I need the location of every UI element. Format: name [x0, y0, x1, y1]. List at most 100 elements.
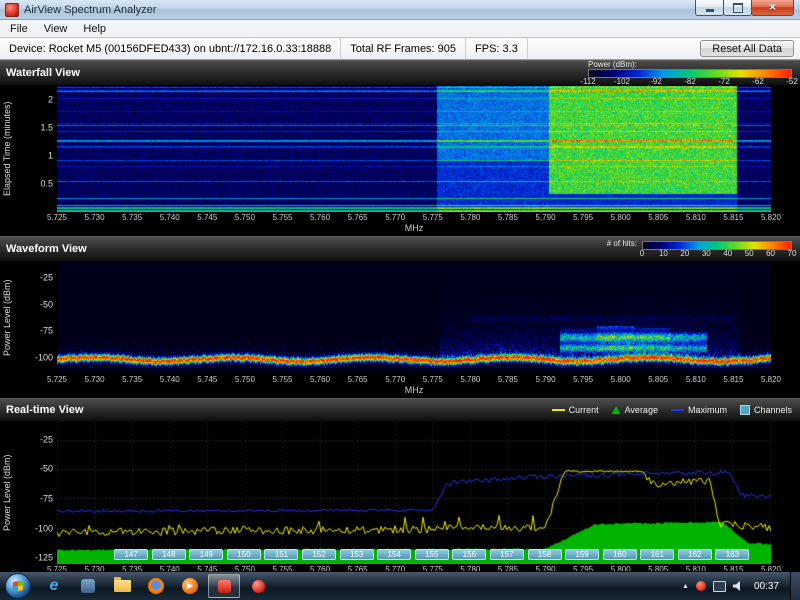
waveform-plot-row: Power Level (dBm) -25-50-75-100: [0, 262, 800, 374]
tick-label: 5.805: [648, 375, 668, 384]
channel-label: 158: [528, 549, 562, 560]
folder-icon: [114, 580, 131, 592]
start-button[interactable]: [5, 573, 31, 599]
tick-label: 5.805: [648, 213, 668, 222]
status-toolbar: Device: Rocket M5 (00156DFED433) on ubnt…: [0, 38, 800, 60]
tick-label: 70: [788, 250, 797, 258]
network-tray-icon[interactable]: [713, 581, 726, 592]
waterfall-plot-row: Elapsed Time (minutes) 21.510.5: [0, 86, 800, 212]
maximize-icon: [733, 3, 743, 13]
waterfall-x-axis-label: MHz: [57, 223, 771, 234]
y-tick-label: 0.5: [40, 180, 53, 189]
hits-colorbar-ticks: 010203040506070: [642, 250, 792, 258]
minimize-button[interactable]: [695, 0, 724, 16]
reset-all-data-button[interactable]: Reset All Data: [700, 40, 794, 57]
waterfall-y-axis: Elapsed Time (minutes) 21.510.5: [0, 86, 57, 212]
y-tick-label: -50: [40, 300, 53, 309]
tick-label: 5.800: [611, 375, 631, 384]
minimize-icon: [706, 9, 714, 12]
y-tick-label: -25: [40, 435, 53, 444]
menubar: File View Help: [0, 20, 800, 38]
close-button[interactable]: ×: [751, 0, 794, 16]
waveform-persistence-plot: [57, 262, 771, 374]
waterfall-title: Waterfall View: [6, 67, 80, 79]
tick-label: 5.770: [385, 375, 405, 384]
y-tick-label: -50: [40, 465, 53, 474]
channel-label: 151: [264, 549, 298, 560]
tick-label: 5.795: [573, 375, 593, 384]
app-square-icon: [81, 579, 95, 593]
channel-label: 153: [340, 549, 374, 560]
tick-label: 5.730: [85, 375, 105, 384]
waveform-x-axis-label: MHz: [57, 385, 771, 396]
legend-channels: Channels: [740, 405, 792, 415]
y-tick-label: -100: [35, 354, 53, 363]
tick-label: 0: [640, 250, 644, 258]
taskbar-clock[interactable]: 00:37: [754, 581, 779, 592]
airview-taskbar-icon: [218, 580, 231, 593]
y-tick-label: 1: [48, 152, 53, 161]
screen: AirView Spectrum Analyzer × File View He…: [0, 0, 800, 600]
fps-status: FPS: 3.3: [466, 38, 528, 59]
channel-label: 147: [114, 549, 148, 560]
realtime-y-axis: Power Level (dBm) -25-50-75-100-125: [0, 422, 57, 564]
tick-label: 30: [702, 250, 711, 258]
menu-file[interactable]: File: [2, 22, 36, 36]
legend-current: Current: [552, 405, 599, 415]
taskbar-icon-ie[interactable]: e: [38, 574, 70, 598]
maximum-line-swatch: [671, 409, 684, 411]
antivirus-tray-icon[interactable]: [696, 581, 706, 591]
channels-swatch: [740, 405, 750, 415]
taskbar-icon-app[interactable]: [72, 574, 104, 598]
taskbar: e ▶ ▲ 00:37: [0, 571, 800, 600]
tick-label: 5.760: [310, 213, 330, 222]
firefox-icon: [148, 578, 164, 594]
y-tick-label: 2: [48, 96, 53, 105]
channel-label: 162: [678, 549, 712, 560]
channel-label: 155: [415, 549, 449, 560]
tick-label: 5.755: [272, 213, 292, 222]
tick-label: 5.745: [197, 213, 217, 222]
average-area-swatch: [612, 406, 621, 414]
app-icon: [5, 3, 19, 17]
menu-help[interactable]: Help: [75, 22, 114, 36]
tray-expand-icon[interactable]: ▲: [682, 583, 689, 590]
waterfall-x-axis: 5.7255.7305.7355.7405.7455.7505.7555.760…: [57, 212, 771, 223]
channel-label: 148: [152, 549, 186, 560]
menu-view[interactable]: View: [36, 22, 76, 36]
y-tick-label: -100: [35, 524, 53, 533]
taskbar-icon-media[interactable]: ▶: [174, 574, 206, 598]
tick-label: -112: [580, 78, 595, 86]
media-player-icon: ▶: [182, 578, 198, 594]
taskbar-icon-explorer[interactable]: [106, 574, 138, 598]
tick-label: 5.795: [573, 213, 593, 222]
waterfall-header: Waterfall View Power (dBm): -112-102-92-…: [0, 60, 800, 86]
show-desktop-button[interactable]: [790, 572, 800, 600]
y-tick-label: -125: [35, 554, 53, 563]
tick-label: 5.730: [85, 213, 105, 222]
y-tick-label: -25: [40, 274, 53, 283]
tick-label: 5.780: [460, 213, 480, 222]
tick-label: 5.765: [348, 213, 368, 222]
taskbar-icon-red-app[interactable]: [242, 574, 274, 598]
waterfall-y-axis-title: Elapsed Time (minutes): [2, 86, 12, 212]
tick-label: 5.750: [235, 213, 255, 222]
hits-colorbar-label: # of hits:: [607, 240, 637, 248]
channel-label: 160: [603, 549, 637, 560]
tick-label: 40: [723, 250, 732, 258]
system-tray: ▲ 00:37: [682, 572, 800, 600]
channel-label: 149: [189, 549, 223, 560]
tick-label: 5.725: [47, 213, 67, 222]
taskbar-icon-firefox[interactable]: [140, 574, 172, 598]
waveform-y-axis-title: Power Level (dBm): [2, 262, 12, 374]
channel-label: 157: [490, 549, 524, 560]
channel-label: 152: [302, 549, 336, 560]
taskbar-icon-airview-active[interactable]: [208, 574, 240, 598]
tick-label: 5.725: [47, 375, 67, 384]
volume-tray-icon[interactable]: [733, 581, 743, 591]
tick-label: 5.740: [160, 375, 180, 384]
maximize-button[interactable]: [723, 0, 752, 16]
tick-label: 5.820: [761, 213, 781, 222]
tick-label: -102: [614, 78, 630, 86]
power-colorbar-legend: Power (dBm): -112-102-92-82-72-62-52: [588, 61, 792, 86]
